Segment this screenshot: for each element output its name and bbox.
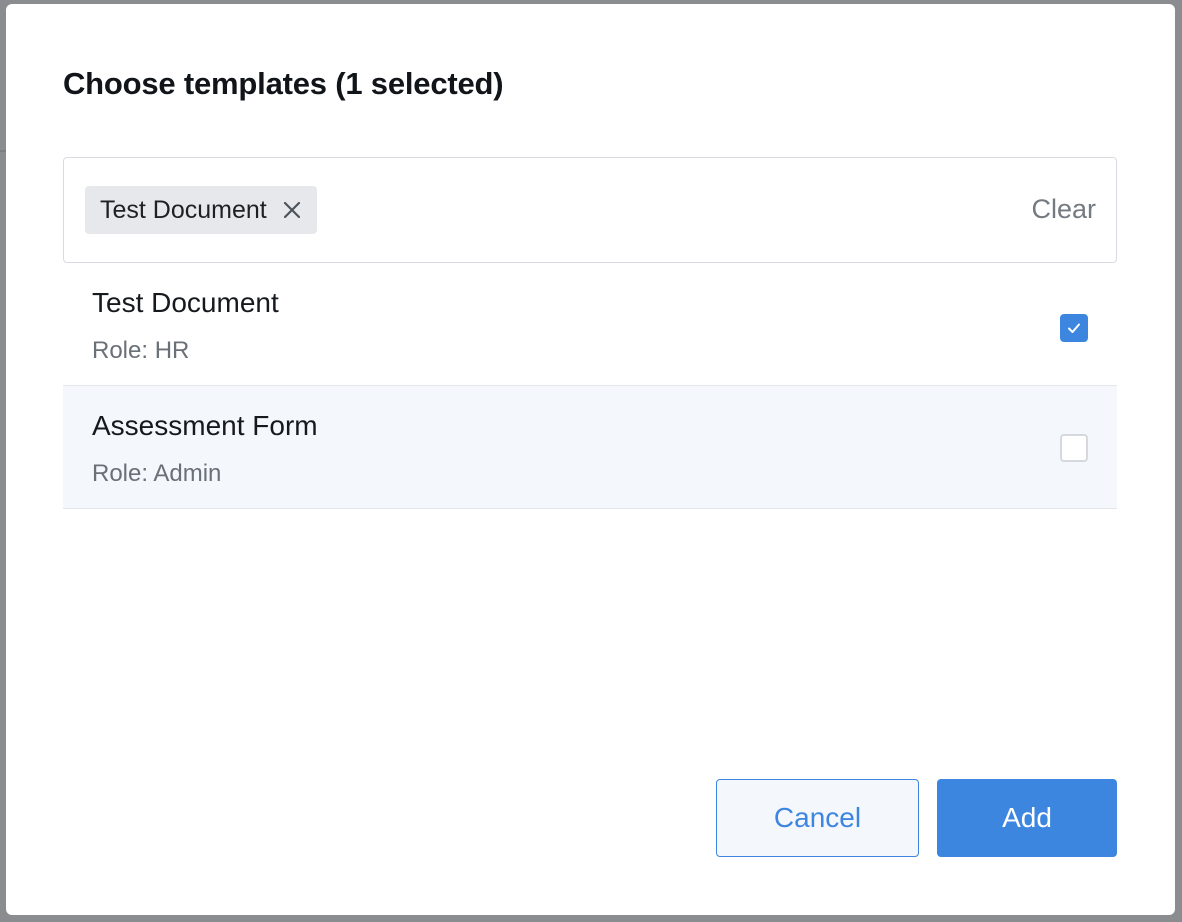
template-option[interactable]: Test Document Role: HR: [63, 263, 1117, 386]
clear-button[interactable]: Clear: [1031, 194, 1096, 225]
template-checkbox[interactable]: [1060, 314, 1088, 342]
dialog-title: Choose templates (1 selected): [63, 66, 504, 101]
choose-templates-dialog: Choose templates (1 selected) Test Docum…: [6, 4, 1175, 915]
template-option-role: Role: Admin: [92, 460, 222, 487]
template-list: Test Document Role: HR Assessment Form R…: [63, 263, 1117, 509]
template-option-title: Test Document: [92, 287, 279, 318]
template-checkbox[interactable]: [1060, 434, 1088, 462]
selected-chip-label: Test Document: [100, 195, 267, 224]
close-icon[interactable]: [281, 199, 303, 221]
check-icon: [1068, 323, 1080, 333]
selected-chip: Test Document: [85, 186, 317, 234]
template-option-title: Assessment Form: [92, 410, 318, 441]
template-option[interactable]: Assessment Form Role: Admin: [63, 386, 1117, 509]
cancel-button[interactable]: Cancel: [716, 779, 919, 857]
template-option-role: Role: HR: [92, 337, 190, 364]
template-multiselect[interactable]: Test Document Clear: [63, 157, 1117, 263]
add-button[interactable]: Add: [937, 779, 1117, 857]
